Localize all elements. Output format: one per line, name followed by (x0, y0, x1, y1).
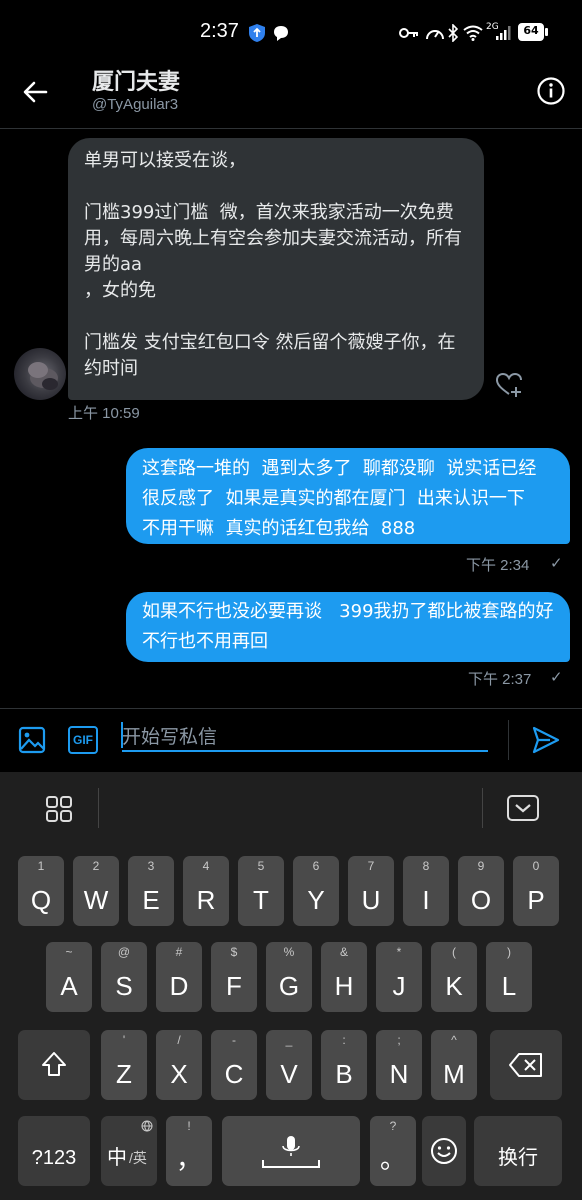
keyboard: 1Q 2W 3E 4R 5T 6Y 7U 8I 9O 0P ~ A @ S # D $… (0, 772, 582, 1200)
send-icon[interactable] (530, 724, 562, 756)
emoji-icon (431, 1138, 457, 1164)
shift-key[interactable] (18, 1030, 90, 1100)
avatar[interactable] (14, 348, 66, 400)
globe-icon (141, 1120, 153, 1132)
key-l[interactable]: ) L (486, 942, 532, 1012)
key-c[interactable]: -C (211, 1030, 257, 1100)
key-n[interactable]: ; N (376, 1030, 422, 1100)
key-u[interactable]: 7U (348, 856, 394, 926)
key-s[interactable]: @ S (101, 942, 147, 1012)
back-arrow-icon[interactable] (18, 74, 54, 110)
key-w[interactable]: 2W (73, 856, 119, 926)
microphone-icon (262, 1136, 320, 1168)
emoji-key[interactable] (422, 1116, 466, 1186)
key-j[interactable]: * J (376, 942, 422, 1012)
key-d[interactable]: # D (156, 942, 202, 1012)
info-icon[interactable] (536, 76, 566, 106)
image-icon[interactable] (18, 726, 46, 754)
key-y[interactable]: 6Y (293, 856, 339, 926)
language-primary: 中 (107, 1147, 127, 1169)
message-timestamp: 上午 10:59 (68, 405, 140, 422)
divider (508, 720, 509, 760)
backspace-key[interactable] (490, 1030, 562, 1100)
key-k[interactable]: (K (431, 942, 477, 1012)
battery-icon: 64 (518, 23, 544, 41)
comma-key[interactable]: !， (166, 1116, 212, 1186)
wifi-icon (462, 22, 484, 44)
key-o[interactable]: 9O (458, 856, 504, 926)
space-key[interactable] (222, 1116, 360, 1186)
key-m[interactable]: ^ M (431, 1030, 477, 1100)
numbers-symbols-key[interactable]: ?123 (18, 1116, 90, 1186)
key-r[interactable]: 4R (183, 856, 229, 926)
conversation-title[interactable]: 厦门夫妻 (92, 64, 180, 96)
bluetooth-icon (446, 22, 460, 44)
message-bubble-incoming[interactable]: 单男可以接受在谈， 门槛399过门槛 微，首次来我家活动一次免费用，每周六晚上有… (68, 138, 484, 400)
input-underline (122, 750, 488, 752)
sent-check-icon: ✓ (550, 669, 563, 686)
key-p[interactable]: 0P (513, 856, 559, 926)
battery-tip (545, 28, 548, 36)
enter-key[interactable]: 换行 (474, 1116, 562, 1186)
battery-level: 64 (523, 24, 539, 37)
message-timestamp: 下午 2:34 (466, 557, 530, 574)
message-bubble-outgoing[interactable]: 如果不行也没必要再谈 399我扔了都比被套路的好 不行也不用再回 (126, 592, 570, 662)
key-g[interactable]: % G (266, 942, 312, 1012)
key-b[interactable]: :B (321, 1030, 367, 1100)
key-v[interactable]: _ V (266, 1030, 312, 1100)
apps-grid-icon[interactable] (44, 794, 74, 824)
key-h[interactable]: & H (321, 942, 367, 1012)
chat-bubble-icon (270, 22, 292, 44)
period-key[interactable]: ?。 (370, 1116, 416, 1186)
conversation-header: 厦门夫妻 @TyAguilar3 (0, 56, 582, 129)
message-timestamp: 下午 2:37 (468, 671, 532, 688)
key-i[interactable]: 8I (403, 856, 449, 926)
key-x[interactable]: / X (156, 1030, 202, 1100)
sent-check-icon: ✓ (550, 555, 563, 572)
shield-icon (246, 22, 268, 44)
key-e[interactable]: 3E (128, 856, 174, 926)
toolbar-divider (482, 788, 483, 828)
add-reaction-icon[interactable] (494, 370, 524, 400)
gif-button[interactable]: GIF (68, 726, 98, 754)
key-t[interactable]: 5T (238, 856, 284, 926)
status-time: 2:37 (200, 20, 239, 42)
key-a[interactable]: ~ A (46, 942, 92, 1012)
key-icon (398, 22, 420, 44)
signal-icon (494, 22, 512, 44)
message-input[interactable]: 开始写私信 (122, 722, 217, 749)
conversation-handle[interactable]: @TyAguilar3 (92, 96, 178, 113)
key-f[interactable]: $ F (211, 942, 257, 1012)
language-switch-key[interactable]: 中 /英 (101, 1116, 157, 1186)
hide-keyboard-icon[interactable] (506, 794, 540, 822)
key-q[interactable]: 1Q (18, 856, 64, 926)
key-z[interactable]: ' Z (101, 1030, 147, 1100)
toolbar-divider (98, 788, 99, 828)
speedometer-icon (424, 22, 446, 44)
message-bubble-outgoing[interactable]: 这套路一堆的 遇到太多了 聊都没聊 说实话已经很反感了 如果是真实的都在厦门 出… (126, 448, 570, 544)
language-secondary: /英 (129, 1150, 147, 1166)
